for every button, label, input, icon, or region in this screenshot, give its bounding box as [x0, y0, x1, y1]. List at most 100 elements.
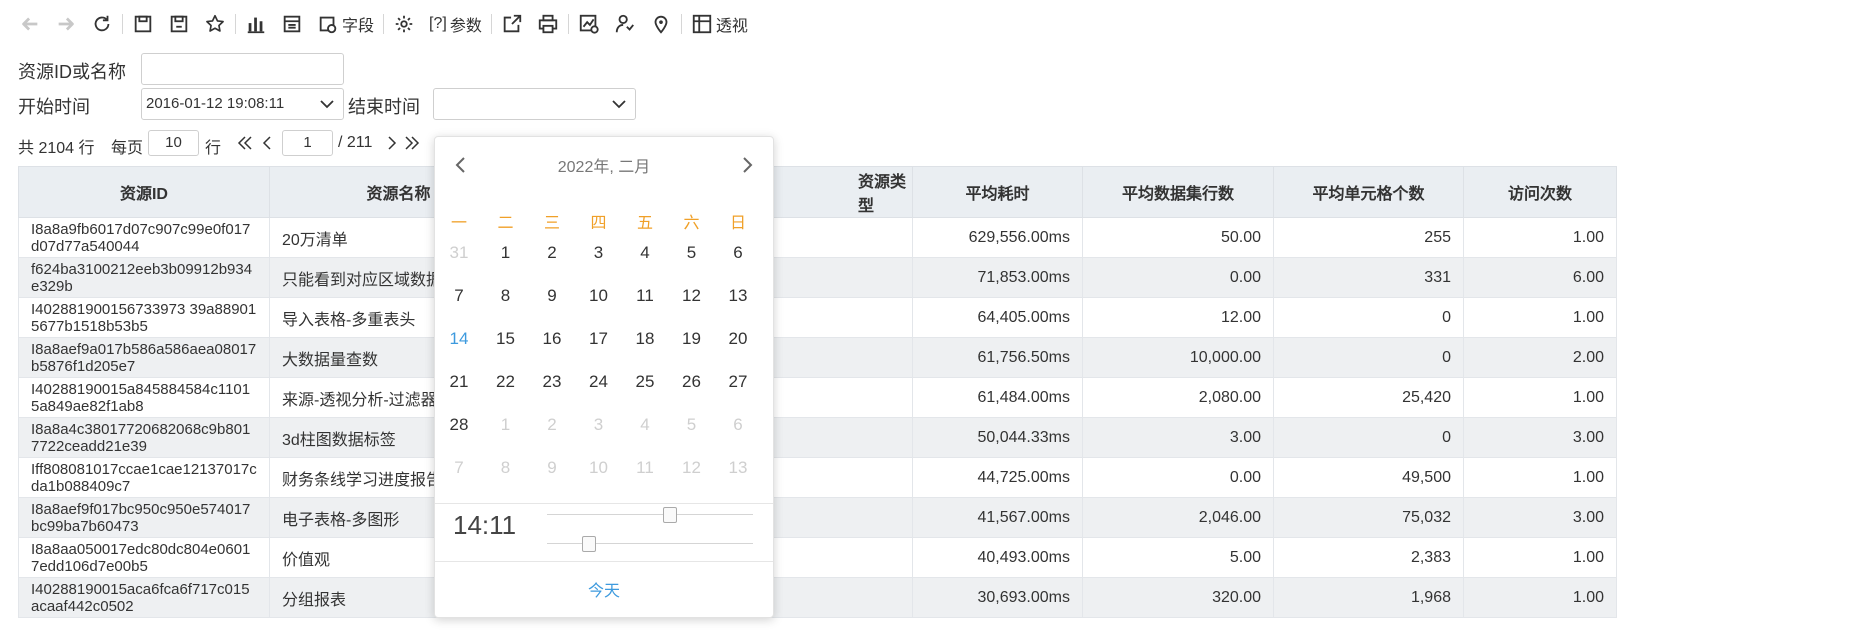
- table-cell-id: I8a8aa050017edc80dc804e06017edd106d7e00b…: [18, 537, 270, 578]
- calendar-day[interactable]: 26: [669, 367, 715, 397]
- column-header-visit-count[interactable]: 访问次数: [1463, 166, 1617, 218]
- calendar-day[interactable]: 8: [483, 453, 529, 483]
- calendar-day[interactable]: 14: [436, 324, 482, 354]
- calendar-day[interactable]: 15: [483, 324, 529, 354]
- table-cell-time: 64,405.00ms: [912, 297, 1083, 338]
- calendar-day[interactable]: 1: [483, 410, 529, 440]
- minute-slider-handle[interactable]: [582, 536, 596, 552]
- column-header-resource-id[interactable]: 资源ID: [18, 166, 270, 218]
- pivot-button[interactable]: 透视: [684, 9, 755, 39]
- calendar-day[interactable]: 12: [669, 281, 715, 311]
- calendar-day[interactable]: 2: [529, 410, 575, 440]
- column-header-avg-time[interactable]: 平均耗时: [912, 166, 1083, 218]
- table-cell-visits: 1.00: [1463, 377, 1617, 418]
- calendar-day[interactable]: 4: [622, 410, 668, 440]
- table-row[interactable]: f624ba3100212eeb3b09912b934e329b 只能看到对应区域…: [18, 257, 1617, 298]
- column-header-avg-cell-count[interactable]: 平均单元格个数: [1273, 166, 1464, 218]
- table-cell-visits: 1.00: [1463, 297, 1617, 338]
- calendar-day[interactable]: 11: [622, 281, 668, 311]
- table-row[interactable]: I8a8a4c38017720682068c9b8017722ceadd21e3…: [18, 417, 1617, 458]
- calendar-day[interactable]: 8: [483, 281, 529, 311]
- today-button[interactable]: 今天: [435, 577, 773, 601]
- table-row[interactable]: I40288190015a845884584c11015a849ae82f1ab…: [18, 377, 1617, 418]
- table-cell-visits: 1.00: [1463, 537, 1617, 578]
- start-time-select[interactable]: 2016-01-12 19:08:11: [141, 88, 344, 120]
- next-page-icon[interactable]: [383, 130, 401, 156]
- table-row[interactable]: I8a8aa050017edc80dc804e06017edd106d7e00b…: [18, 537, 1617, 578]
- hour-slider-track[interactable]: [547, 514, 753, 515]
- resource-search-input[interactable]: [141, 53, 344, 85]
- calendar-day[interactable]: 20: [715, 324, 761, 354]
- bar-chart-icon[interactable]: [238, 9, 274, 39]
- calendar-day[interactable]: 24: [576, 367, 622, 397]
- parameter-button[interactable]: [?] 参数: [422, 9, 489, 39]
- calendar-day[interactable]: 5: [669, 410, 715, 440]
- calendar-day[interactable]: 27: [715, 367, 761, 397]
- calendar-day[interactable]: 2: [529, 238, 575, 268]
- calendar-day[interactable]: 3: [576, 410, 622, 440]
- table-row[interactable]: I40288190015aca6fca6f717c015acaaf442c050…: [18, 577, 1617, 618]
- save-icon[interactable]: [125, 9, 161, 39]
- first-page-icon[interactable]: [236, 130, 254, 156]
- end-time-select[interactable]: [433, 88, 636, 120]
- favorite-star-icon[interactable]: [197, 9, 233, 39]
- calendar-day[interactable]: 5: [669, 238, 715, 268]
- table-view-icon[interactable]: [274, 9, 310, 39]
- table-cell-visits: 1.00: [1463, 217, 1617, 258]
- parameter-label: 参数: [449, 18, 482, 35]
- settings-gear-icon[interactable]: [386, 9, 422, 39]
- minute-slider-track[interactable]: [547, 543, 753, 544]
- save-as-icon[interactable]: [161, 9, 197, 39]
- calendar-day[interactable]: 10: [576, 281, 622, 311]
- calendar-day[interactable]: 7: [436, 281, 482, 311]
- per-page-input[interactable]: 10: [148, 130, 199, 156]
- next-month-icon[interactable]: [739, 155, 755, 175]
- table-row[interactable]: I8a8aef9a017b586a586aea08017b5876f1d205e…: [18, 337, 1617, 378]
- calendar-day[interactable]: 22: [483, 367, 529, 397]
- table-cell-rows: 3.00: [1082, 417, 1274, 458]
- chart-settings-icon[interactable]: [571, 9, 607, 39]
- export-icon[interactable]: [494, 9, 530, 39]
- forward-icon[interactable]: [48, 9, 84, 39]
- parameter-icon: [?]: [429, 15, 447, 32]
- print-icon[interactable]: [530, 9, 566, 39]
- calendar-day[interactable]: 16: [529, 324, 575, 354]
- calendar-day[interactable]: 23: [529, 367, 575, 397]
- table-row[interactable]: Iff808081017ccae1cae12137017cda1b088409c…: [18, 457, 1617, 498]
- last-page-icon[interactable]: [403, 130, 421, 156]
- location-pin-icon[interactable]: [643, 9, 679, 39]
- calendar-day[interactable]: 19: [669, 324, 715, 354]
- calendar-day[interactable]: 11: [622, 453, 668, 483]
- table-row[interactable]: I402881900156733973 39a889015677b1518b53…: [18, 297, 1617, 338]
- calendar-day[interactable]: 3: [576, 238, 622, 268]
- calendar-day[interactable]: 9: [529, 281, 575, 311]
- calendar-day[interactable]: 12: [669, 453, 715, 483]
- calendar-day[interactable]: 13: [715, 453, 761, 483]
- calendar-day[interactable]: 21: [436, 367, 482, 397]
- back-icon[interactable]: [12, 9, 48, 39]
- calendar-day[interactable]: 31: [436, 238, 482, 268]
- calendar-day[interactable]: 1: [483, 238, 529, 268]
- calendar-day[interactable]: 17: [576, 324, 622, 354]
- table-row[interactable]: I8a8a9fb6017d07c907c99e0f017d07d77a54004…: [18, 217, 1617, 258]
- calendar-day[interactable]: 10: [576, 453, 622, 483]
- calendar-day[interactable]: 25: [622, 367, 668, 397]
- calendar-day[interactable]: 9: [529, 453, 575, 483]
- calendar-day[interactable]: 6: [715, 238, 761, 268]
- refresh-icon[interactable]: [84, 9, 120, 39]
- calendar-day[interactable]: 18: [622, 324, 668, 354]
- column-header-avg-dataset-rows[interactable]: 平均数据集行数: [1082, 166, 1274, 218]
- table-cell-id: I40288190015a845884584c11015a849ae82f1ab…: [18, 377, 270, 418]
- calendar-day[interactable]: 7: [436, 453, 482, 483]
- field-settings-button[interactable]: 字段: [310, 9, 381, 39]
- calendar-day[interactable]: 6: [715, 410, 761, 440]
- table-cell-cells: 1,968: [1273, 577, 1464, 618]
- hour-slider-handle[interactable]: [663, 507, 677, 523]
- calendar-day[interactable]: 4: [622, 238, 668, 268]
- user-permission-icon[interactable]: [607, 9, 643, 39]
- calendar-day[interactable]: 13: [715, 281, 761, 311]
- calendar-day[interactable]: 28: [436, 410, 482, 440]
- page-number-input[interactable]: 1: [282, 130, 333, 156]
- table-row[interactable]: I8a8aef9f017bc950c950e574017bc99ba7b6047…: [18, 497, 1617, 538]
- prev-page-icon[interactable]: [258, 130, 276, 156]
